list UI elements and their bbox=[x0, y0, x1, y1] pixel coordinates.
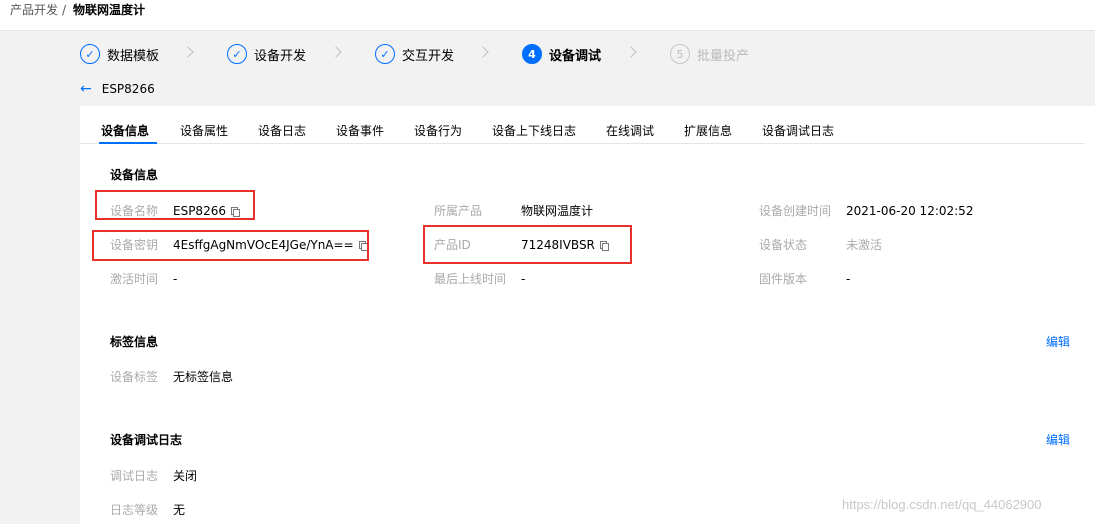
product-id-value: 71248IVBSR bbox=[521, 237, 609, 253]
tab-extended-info[interactable]: 扩展信息 bbox=[684, 123, 732, 139]
edit-tags-link[interactable]: 编辑 bbox=[1046, 334, 1070, 350]
edit-debug-log-link[interactable]: 编辑 bbox=[1046, 432, 1070, 448]
tab-device-events[interactable]: 设备事件 bbox=[336, 123, 384, 139]
debug-log-value: 关闭 bbox=[173, 469, 198, 483]
log-level-value: 无 bbox=[173, 503, 186, 517]
chevron-right-icon bbox=[477, 46, 489, 58]
product-value: 物联网温度计 bbox=[521, 204, 594, 218]
product-label: 所属产品 bbox=[434, 204, 483, 218]
check-icon: ✓ bbox=[80, 44, 100, 64]
device-title: ESP8266 bbox=[101, 82, 155, 96]
device-tag-label: 设备标签 bbox=[110, 370, 159, 384]
tab-device-properties[interactable]: 设备属性 bbox=[180, 123, 228, 139]
product-id-text: 71248IVBSR bbox=[521, 238, 595, 252]
back-arrow-icon[interactable]: ← bbox=[80, 82, 92, 96]
device-name-text: ESP8266 bbox=[173, 204, 226, 218]
progress-stepper: ✓ 数据模板 ✓ 设备开发 ✓ 交互开发 4 设备调试 5 批量投产 bbox=[0, 32, 1095, 76]
device-secret-value: 4EsffgAgNmVOcE4JGe/YnA== bbox=[173, 237, 368, 253]
back-row: ← ESP8266 bbox=[80, 80, 155, 98]
step-label: 数据模板 bbox=[107, 48, 160, 64]
active-tab-indicator bbox=[99, 142, 157, 144]
device-tag-value: 无标签信息 bbox=[173, 370, 234, 384]
debug-log-label: 调试日志 bbox=[110, 469, 159, 483]
created-time-label: 设备创建时间 bbox=[759, 204, 832, 218]
activated-time-value: - bbox=[173, 272, 178, 286]
step-label: 设备调试 bbox=[549, 48, 602, 64]
device-status-label: 设备状态 bbox=[759, 238, 808, 252]
tab-device-actions[interactable]: 设备行为 bbox=[414, 123, 462, 139]
top-bar: 产品开发 / 物联网温度计 bbox=[0, 0, 1095, 31]
device-name-label: 设备名称 bbox=[110, 204, 159, 218]
section-title-debug-log: 设备调试日志 bbox=[110, 433, 183, 447]
copy-icon[interactable] bbox=[599, 240, 609, 251]
last-online-value: - bbox=[521, 272, 526, 286]
tab-online-offline-logs[interactable]: 设备上下线日志 bbox=[492, 123, 576, 139]
created-time-value: 2021-06-20 12:02:52 bbox=[846, 204, 974, 218]
device-status-value: 未激活 bbox=[846, 238, 883, 252]
product-id-label: 产品ID bbox=[434, 238, 471, 252]
copy-icon[interactable] bbox=[358, 240, 368, 251]
device-panel: 设备信息 设备属性 设备日志 设备事件 设备行为 设备上下线日志 在线调试 扩展… bbox=[80, 106, 1095, 524]
firmware-version-value: - bbox=[846, 272, 851, 286]
step-interaction-dev[interactable]: ✓ 交互开发 bbox=[375, 43, 454, 65]
chevron-right-icon bbox=[182, 46, 194, 58]
tab-debug-logs[interactable]: 设备调试日志 bbox=[762, 123, 834, 139]
check-icon: ✓ bbox=[227, 44, 247, 64]
copy-icon[interactable] bbox=[230, 206, 240, 217]
step-device-dev[interactable]: ✓ 设备开发 bbox=[227, 43, 306, 65]
activated-time-label: 激活时间 bbox=[110, 272, 159, 286]
device-secret-text: 4EsffgAgNmVOcE4JGe/YnA== bbox=[173, 238, 354, 252]
check-icon: ✓ bbox=[375, 44, 395, 64]
step-mass-production[interactable]: 5 批量投产 bbox=[670, 43, 749, 65]
step-label: 批量投产 bbox=[697, 48, 750, 64]
tab-device-info[interactable]: 设备信息 bbox=[101, 123, 149, 139]
section-title-tag-info: 标签信息 bbox=[110, 335, 159, 349]
step-label: 交互开发 bbox=[402, 48, 455, 64]
breadcrumb-current: 物联网温度计 bbox=[73, 3, 146, 17]
firmware-version-label: 固件版本 bbox=[759, 272, 808, 286]
chevron-right-icon bbox=[625, 46, 637, 58]
last-online-label: 最后上线时间 bbox=[434, 272, 507, 286]
breadcrumb-parent[interactable]: 产品开发 bbox=[10, 2, 58, 18]
tab-device-logs[interactable]: 设备日志 bbox=[258, 123, 306, 139]
device-secret-label: 设备密钥 bbox=[110, 238, 159, 252]
log-level-label: 日志等级 bbox=[110, 503, 159, 517]
step-device-debug[interactable]: 4 设备调试 bbox=[522, 43, 601, 65]
device-name-value: ESP8266 bbox=[173, 203, 240, 219]
chevron-right-icon bbox=[330, 46, 342, 58]
tab-online-debug[interactable]: 在线调试 bbox=[606, 123, 654, 139]
step-label: 设备开发 bbox=[254, 48, 307, 64]
step-data-template[interactable]: ✓ 数据模板 bbox=[80, 43, 159, 65]
step-number: 5 bbox=[670, 44, 690, 64]
watermark-text: https://blog.csdn.net/qq_44062900 bbox=[842, 497, 1042, 512]
tab-bar: 设备信息 设备属性 设备日志 设备事件 设备行为 设备上下线日志 在线调试 扩展… bbox=[80, 106, 1085, 144]
step-number: 4 bbox=[522, 44, 542, 64]
breadcrumb-separator: / bbox=[62, 3, 67, 17]
section-title-device-info: 设备信息 bbox=[110, 168, 159, 182]
